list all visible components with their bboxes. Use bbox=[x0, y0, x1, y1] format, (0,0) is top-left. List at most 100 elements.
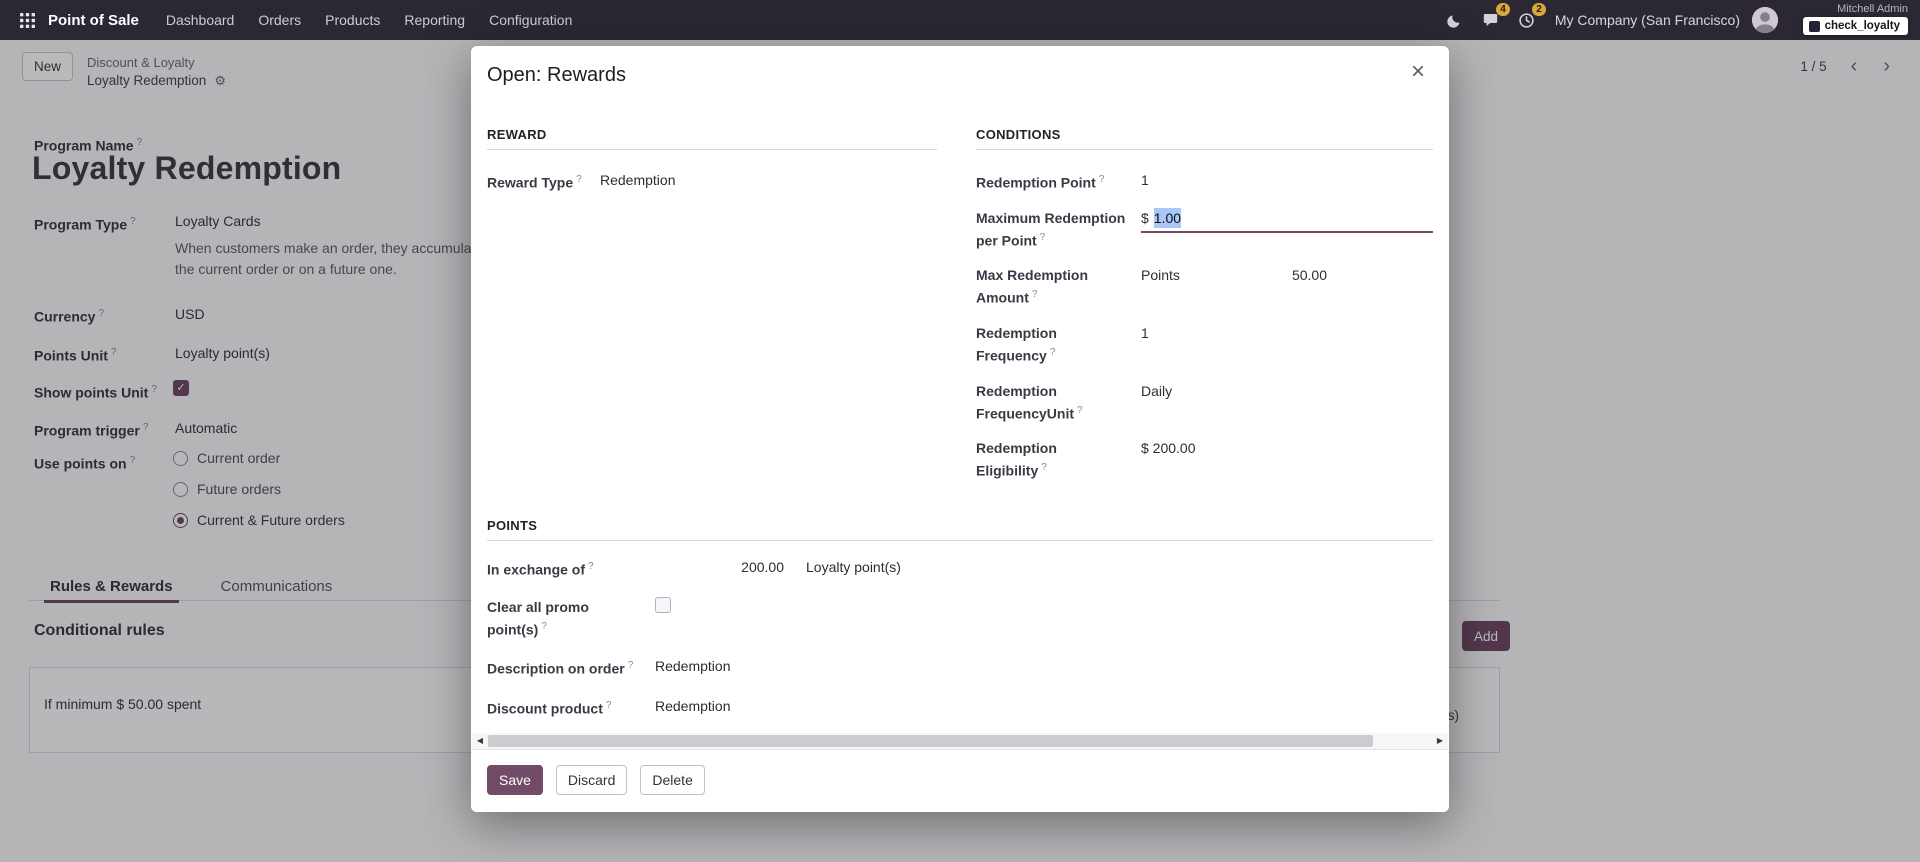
reward-column: REWARD Reward Type? Redemption bbox=[487, 127, 937, 496]
modal-body: REWARD Reward Type? Redemption CONDITION… bbox=[471, 127, 1449, 719]
conditions-column: CONDITIONS Redemption Point? 1 Maximum R… bbox=[976, 127, 1433, 496]
reward-type-label-text: Reward Type bbox=[487, 175, 573, 191]
activities-badge: 2 bbox=[1532, 3, 1546, 16]
max-redemption-amount-label-text: Max Redemption Amount bbox=[976, 267, 1088, 306]
user-avatar[interactable] bbox=[1752, 7, 1778, 33]
field-max-redemption-per-point: Maximum Redemption per Point? $ 1.00 bbox=[976, 208, 1433, 251]
apps-menu-icon[interactable] bbox=[12, 5, 42, 35]
field-in-exchange-of: In exchange of? 200.00 Loyalty point(s) bbox=[487, 557, 1433, 580]
redemption-eligibility-label: Redemption Eligibility? bbox=[976, 438, 1126, 481]
in-exchange-of-input[interactable]: 200.00 bbox=[655, 557, 784, 577]
modal-title: Open: Rewards bbox=[487, 64, 1433, 87]
in-exchange-of-label-text: In exchange of bbox=[487, 562, 585, 578]
max-redemption-per-point-input[interactable]: $ 1.00 bbox=[1141, 208, 1433, 233]
in-exchange-of-unit: Loyalty point(s) bbox=[806, 557, 901, 577]
menu-orders[interactable]: Orders bbox=[247, 6, 312, 34]
reward-type-select[interactable]: Redemption bbox=[600, 170, 937, 190]
help-icon: ? bbox=[588, 561, 594, 572]
help-icon: ? bbox=[576, 174, 582, 185]
reward-type-label: Reward Type? bbox=[487, 170, 587, 193]
modal-footer: Save Discard Delete bbox=[471, 749, 1449, 812]
redemption-frequency-label-text: Redemption Frequency bbox=[976, 325, 1057, 364]
max-redemption-per-point-value[interactable]: 1.00 bbox=[1154, 208, 1181, 228]
field-reward-type: Reward Type? Redemption bbox=[487, 170, 937, 193]
field-redemption-frequency-unit: Redemption FrequencyUnit? Daily bbox=[976, 381, 1433, 424]
currency-symbol: $ bbox=[1141, 208, 1149, 228]
discount-product-select[interactable]: Redemption bbox=[655, 696, 1433, 716]
grid-icon bbox=[20, 13, 35, 28]
menu-configuration[interactable]: Configuration bbox=[478, 6, 583, 34]
debug-overlay: Mitchell Admin check_loyalty bbox=[1803, 3, 1908, 37]
description-on-order-input[interactable]: Redemption bbox=[655, 656, 1433, 676]
scroll-right-icon[interactable]: ▶ bbox=[1432, 733, 1448, 749]
help-icon: ? bbox=[1041, 462, 1047, 473]
field-max-redemption-amount: Max Redemption Amount? Points 50.00 bbox=[976, 265, 1433, 308]
section-reward: REWARD bbox=[487, 127, 937, 150]
app-name[interactable]: Point of Sale bbox=[48, 12, 139, 29]
save-button[interactable]: Save bbox=[487, 765, 543, 795]
redemption-frequency-unit-label: Redemption FrequencyUnit? bbox=[976, 381, 1126, 424]
debug-user-name: Mitchell Admin bbox=[1803, 3, 1908, 16]
max-redemption-amount-input[interactable]: 50.00 bbox=[1261, 265, 1327, 285]
field-redemption-frequency: Redemption Frequency? 1 bbox=[976, 323, 1433, 366]
help-icon: ? bbox=[541, 621, 547, 632]
main-menu: Dashboard Orders Products Reporting Conf… bbox=[155, 6, 584, 34]
field-redemption-point: Redemption Point? 1 bbox=[976, 170, 1433, 193]
rewards-modal: Open: Rewards × REWARD Reward Type? Rede… bbox=[471, 46, 1449, 812]
in-exchange-of-label: In exchange of? bbox=[487, 557, 639, 580]
moon-icon bbox=[1447, 13, 1462, 28]
discount-product-label: Discount product? bbox=[487, 696, 639, 719]
scrollbar-thumb[interactable] bbox=[488, 735, 1373, 747]
discount-product-label-text: Discount product bbox=[487, 701, 603, 717]
modal-header: Open: Rewards × bbox=[471, 46, 1449, 90]
max-redemption-per-point-label: Maximum Redemption per Point? bbox=[976, 208, 1126, 251]
section-points: POINTS bbox=[487, 518, 1433, 541]
chat-icon bbox=[1483, 12, 1499, 28]
redemption-eligibility-input[interactable]: $ 200.00 bbox=[1141, 438, 1433, 458]
redemption-frequency-input[interactable]: 1 bbox=[1141, 323, 1433, 343]
menu-products[interactable]: Products bbox=[314, 6, 391, 34]
activities-button[interactable]: 2 bbox=[1515, 8, 1539, 32]
company-switcher[interactable]: My Company (San Francisco) bbox=[1555, 12, 1740, 28]
close-icon[interactable]: × bbox=[1401, 56, 1435, 88]
clear-all-promo-points-checkbox[interactable] bbox=[655, 597, 671, 613]
redemption-point-input[interactable]: 1 bbox=[1141, 170, 1433, 190]
clear-all-promo-points-label: Clear all promo point(s)? bbox=[487, 597, 639, 640]
avatar-icon bbox=[1752, 7, 1778, 33]
help-icon: ? bbox=[1099, 174, 1105, 185]
delete-button[interactable]: Delete bbox=[640, 765, 704, 795]
description-on-order-label: Description on order? bbox=[487, 656, 639, 679]
section-conditions: CONDITIONS bbox=[976, 127, 1433, 150]
field-discount-product: Discount product? Redemption bbox=[487, 696, 1433, 719]
help-icon: ? bbox=[1077, 405, 1083, 416]
menu-reporting[interactable]: Reporting bbox=[393, 6, 476, 34]
max-redemption-amount-label: Max Redemption Amount? bbox=[976, 265, 1126, 308]
debug-badge-label: check_loyalty bbox=[1825, 20, 1900, 32]
field-redemption-eligibility: Redemption Eligibility? $ 200.00 bbox=[976, 438, 1433, 481]
redemption-point-label-text: Redemption Point bbox=[976, 175, 1096, 191]
redemption-point-label: Redemption Point? bbox=[976, 170, 1126, 193]
help-icon: ? bbox=[1032, 289, 1038, 300]
dark-mode-toggle[interactable] bbox=[1443, 8, 1467, 32]
field-clear-all-promo-points: Clear all promo point(s)? bbox=[487, 597, 1433, 640]
max-redemption-per-point-label-text: Maximum Redemption per Point bbox=[976, 210, 1125, 249]
help-icon: ? bbox=[1040, 232, 1046, 243]
description-on-order-label-text: Description on order bbox=[487, 661, 625, 677]
messages-badge: 4 bbox=[1496, 3, 1510, 16]
menu-dashboard[interactable]: Dashboard bbox=[155, 6, 246, 34]
terminal-icon bbox=[1809, 21, 1820, 32]
clear-all-promo-points-label-text: Clear all promo point(s) bbox=[487, 599, 589, 638]
discard-button[interactable]: Discard bbox=[556, 765, 627, 795]
max-redemption-amount-unit-select[interactable]: Points bbox=[1141, 265, 1261, 285]
horizontal-scrollbar[interactable]: ◀ ▶ bbox=[472, 733, 1448, 749]
messages-button[interactable]: 4 bbox=[1479, 8, 1503, 32]
redemption-frequency-label: Redemption Frequency? bbox=[976, 323, 1126, 366]
help-icon: ? bbox=[606, 700, 612, 711]
clock-icon bbox=[1518, 12, 1535, 29]
scroll-left-icon[interactable]: ◀ bbox=[472, 733, 488, 749]
field-description-on-order: Description on order? Redemption bbox=[487, 656, 1433, 679]
help-icon: ? bbox=[628, 660, 634, 671]
redemption-frequency-unit-label-text: Redemption FrequencyUnit bbox=[976, 383, 1074, 422]
redemption-eligibility-label-text: Redemption Eligibility bbox=[976, 440, 1057, 479]
redemption-frequency-unit-select[interactable]: Daily bbox=[1141, 381, 1433, 401]
